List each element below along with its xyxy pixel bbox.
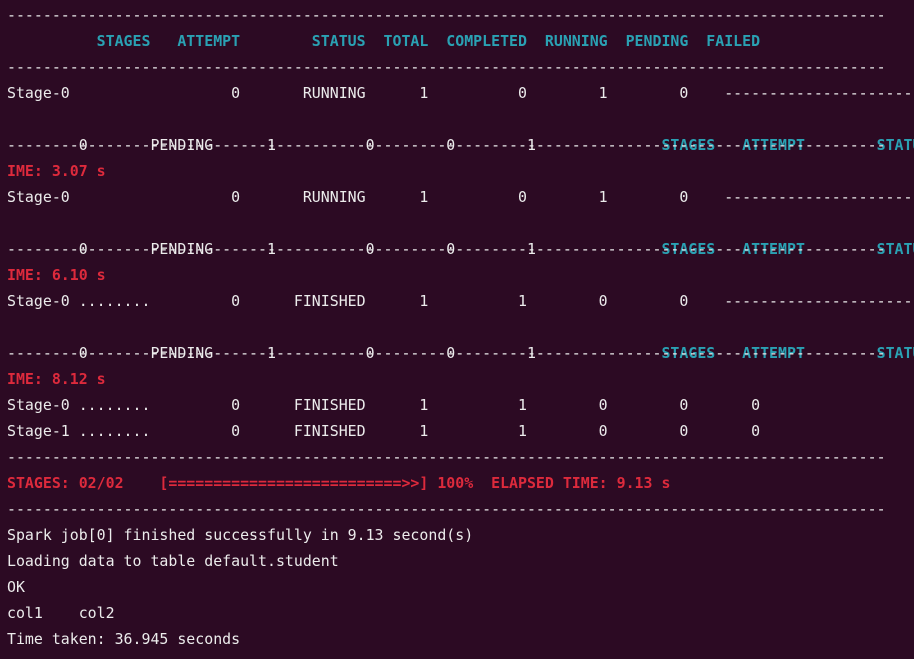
line-text: ----------------------------------------… [7, 344, 886, 362]
stage-row: Stage-0 0 RUNNING 1 0 1 0 --------------… [7, 184, 914, 210]
separator-line: ----------------------------------------… [7, 2, 886, 28]
elapsed-time-line: IME: 8.12 s [7, 366, 106, 392]
progress-summary-line: STAGES: 02/02 [=========================… [7, 470, 670, 496]
line-text: ----------------------------------------… [7, 136, 886, 154]
output-line: col1 col2 [7, 600, 115, 626]
stage-row: Stage-0 0 RUNNING 1 0 1 0 --------------… [7, 80, 914, 106]
line-text: Spark job[0] finished successfully in 9.… [7, 526, 474, 544]
output-line: Time taken: 36.945 seconds [7, 626, 240, 652]
line-text: OK [7, 578, 25, 596]
output-line: Spark job[0] finished successfully in 9.… [7, 522, 473, 548]
terminal-window[interactable]: ----------------------------------------… [0, 0, 914, 659]
output-line: Loading data to table default.student [7, 548, 339, 574]
line-text: Time taken: 36.945 seconds [7, 630, 241, 648]
separator-line: ----------------------------------------… [7, 54, 886, 80]
separator-line: ----------------------------------------… [7, 444, 886, 470]
line-text: ----------------------------------------… [7, 500, 886, 518]
line-text: ----------------------------------------… [7, 58, 886, 76]
line-text: ----------------------------------------… [7, 6, 886, 24]
separator-line: ----------------------------------------… [7, 236, 886, 262]
line-text: Stage-1 ........ 0 FINISHED 1 1 0 0 0 [7, 422, 761, 440]
line-text: Loading data to table default.student [7, 552, 339, 570]
line-text: Stage-0 ........ 0 FINISHED 1 1 0 0 ----… [7, 292, 914, 310]
line-text: IME: 8.12 s [7, 370, 106, 388]
elapsed-time-line: IME: 6.10 s [7, 262, 106, 288]
stages-header-row: STAGES ATTEMPT STATUS TOTAL COMPLETED RU… [7, 28, 760, 54]
line-text: ----------------------------------------… [7, 448, 886, 466]
line-text: IME: 3.07 s [7, 162, 106, 180]
line-text: ----------------------------------------… [7, 240, 886, 258]
stage-row: Stage-0 ........ 0 FINISHED 1 1 0 0 ----… [7, 288, 914, 314]
separator-line: ----------------------------------------… [7, 340, 886, 366]
stage-row: Stage-0 ........ 0 FINISHED 1 1 0 0 0 [7, 392, 760, 418]
line-text: STAGES: 02/02 [=========================… [7, 474, 671, 492]
output-line: OK [7, 574, 25, 600]
wrapped-row: 0 PENDING 1 0 0 1 STAGES ATTEMPT STATUS [7, 210, 914, 258]
wrapped-row: 0 PENDING 1 0 0 1 STAGES ATTEMPT STATUS [7, 106, 914, 154]
line-text: STAGES ATTEMPT STATUS TOTAL COMPLETED RU… [7, 32, 761, 50]
line-text: Stage-0 0 RUNNING 1 0 1 0 --------------… [7, 188, 914, 206]
separator-line: ----------------------------------------… [7, 496, 886, 522]
wrapped-row: 0 PENDING 1 0 0 1 STAGES ATTEMPT STATUS [7, 314, 914, 362]
line-text: col1 col2 [7, 604, 115, 622]
separator-line: ----------------------------------------… [7, 132, 886, 158]
stage-row: Stage-1 ........ 0 FINISHED 1 1 0 0 0 [7, 418, 760, 444]
line-text: Stage-0 0 RUNNING 1 0 1 0 --------------… [7, 84, 914, 102]
line-text: Stage-0 ........ 0 FINISHED 1 1 0 0 0 [7, 396, 761, 414]
line-text: IME: 6.10 s [7, 266, 106, 284]
elapsed-time-line: IME: 3.07 s [7, 158, 106, 184]
